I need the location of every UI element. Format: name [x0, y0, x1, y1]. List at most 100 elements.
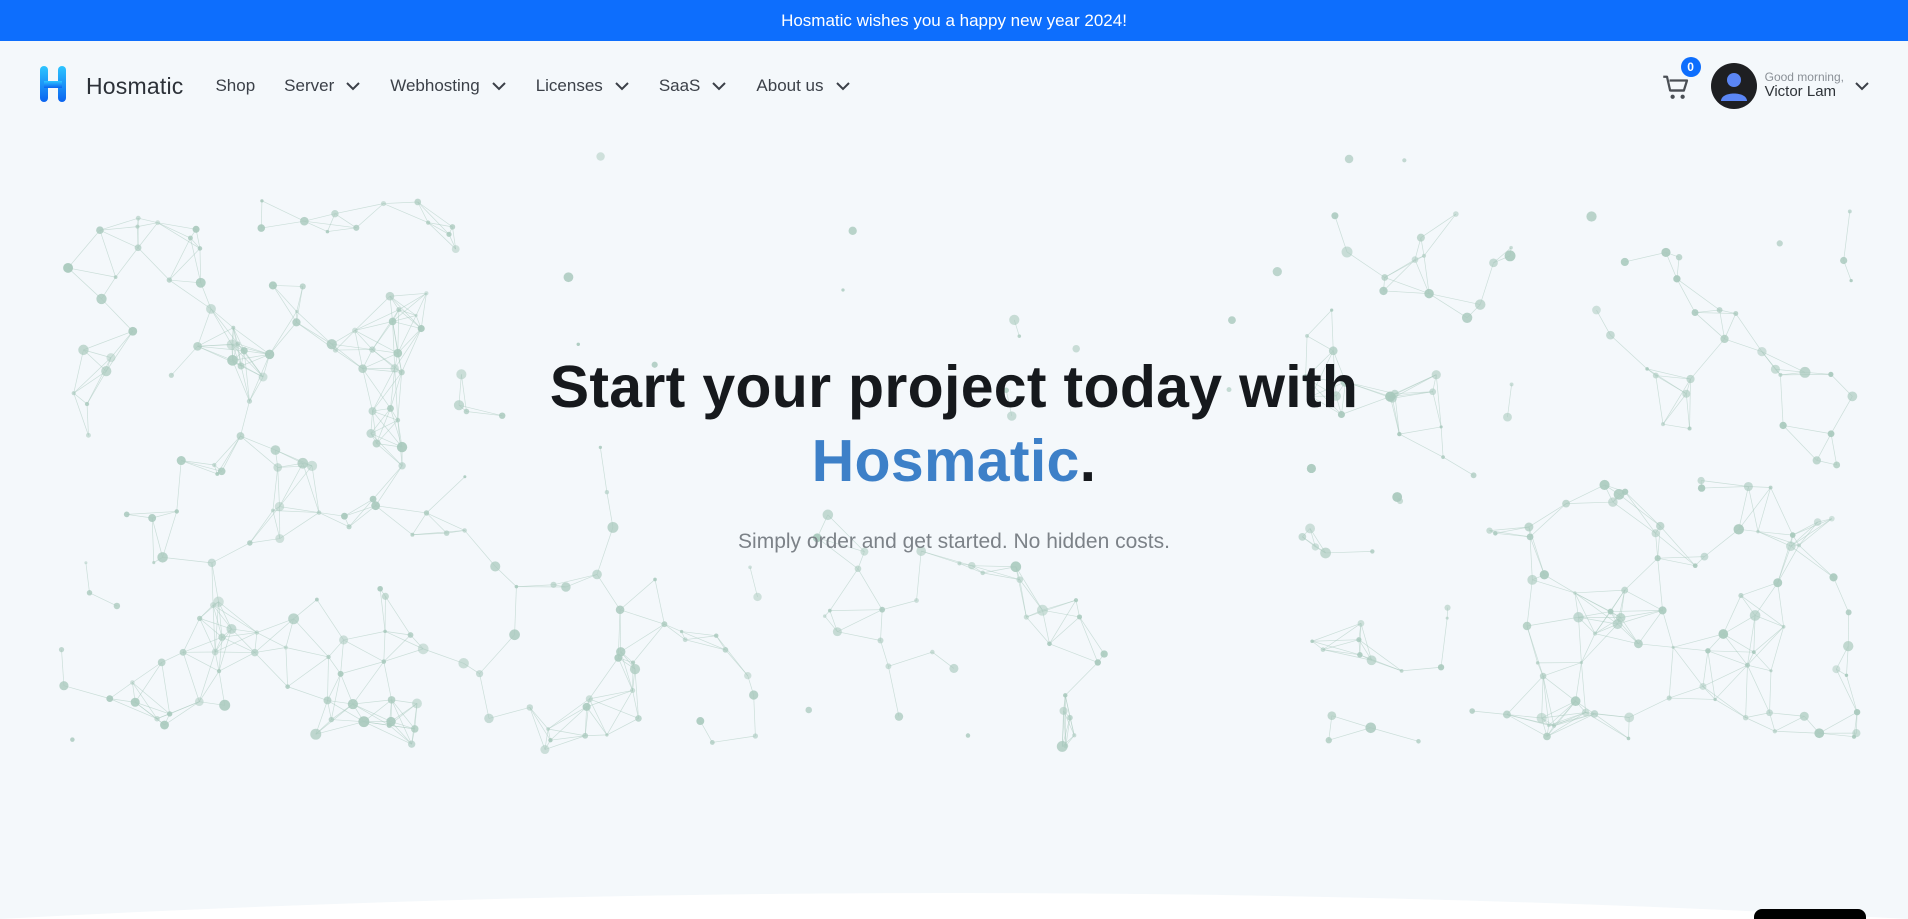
user-menu[interactable]: Good morning, Victor Lam: [1710, 63, 1870, 109]
particle-dot: [458, 658, 469, 669]
particle-dot: [1072, 733, 1077, 738]
particle-dot: [197, 246, 203, 251]
particle-link: [215, 651, 255, 653]
particle-dot: [1067, 714, 1073, 721]
particle-dot: [1718, 629, 1729, 639]
nav-shop[interactable]: Shop: [215, 76, 255, 96]
particle-link: [1702, 650, 1709, 687]
particle-dot: [1272, 267, 1282, 277]
particle-link: [343, 631, 386, 641]
main-menu: Shop Server Webhosting Licenses SaaS Abo…: [215, 76, 879, 96]
particle-link: [1669, 686, 1704, 699]
particle-dot: [385, 291, 395, 301]
particle-link: [1581, 623, 1618, 663]
particle-dot: [1634, 639, 1643, 649]
particle-dot: [96, 226, 104, 235]
particle-dot: [299, 283, 306, 290]
particle-dot: [1056, 741, 1068, 752]
particle-dot: [381, 659, 387, 664]
avatar: [1710, 63, 1757, 109]
particle-link: [67, 267, 102, 300]
particle-dot: [1522, 621, 1532, 631]
chat-widget-button[interactable]: [1754, 909, 1866, 919]
hero-title-line1: Start your project today with: [549, 354, 1359, 420]
particle-link: [1707, 650, 1754, 653]
nav-webhosting[interactable]: Webhosting: [390, 76, 506, 96]
particle-dot: [128, 326, 138, 336]
particle-link: [328, 656, 341, 675]
particle-link: [1774, 715, 1805, 732]
particle-link: [256, 632, 287, 648]
particle-link: [829, 568, 859, 611]
particle-link: [1423, 213, 1457, 257]
particle-dot: [411, 725, 419, 733]
particle-dot: [1461, 312, 1473, 323]
particle-dot: [526, 704, 534, 711]
particle-dot: [339, 635, 349, 645]
particle-dot: [585, 695, 593, 703]
particle-dot: [179, 648, 187, 656]
particle-dot: [930, 649, 935, 655]
particle-link: [632, 623, 665, 663]
logo-link[interactable]: Hosmatic: [38, 64, 183, 109]
particle-dot: [353, 224, 360, 231]
particle-link: [589, 690, 633, 700]
particle-dot: [219, 699, 231, 711]
particle-dot: [152, 561, 156, 565]
particle-link: [888, 666, 900, 717]
particle-link: [1740, 595, 1784, 628]
nav-server[interactable]: Server: [284, 76, 361, 96]
particle-link: [1610, 610, 1663, 612]
chevron-down-icon: [835, 82, 850, 91]
particle-link: [1676, 278, 1720, 311]
particle-dot: [134, 244, 142, 252]
particle-link: [514, 586, 517, 635]
particle-dot: [260, 199, 264, 203]
nav-saas[interactable]: SaaS: [659, 76, 728, 96]
particle-link: [261, 220, 305, 229]
particle-dot: [661, 621, 668, 628]
particle-dot: [386, 722, 392, 728]
particle-link: [1506, 714, 1555, 727]
particle-dot: [1100, 650, 1108, 658]
particle-dot: [414, 198, 422, 206]
particle-dot: [1509, 245, 1513, 250]
particle-dot: [752, 733, 759, 739]
particle-dot: [1366, 655, 1377, 666]
particle-link: [1594, 713, 1629, 739]
particle-dot: [218, 633, 226, 641]
nav-about-us[interactable]: About us: [756, 76, 850, 96]
chevron-down-icon: [1855, 82, 1869, 91]
particle-link: [1429, 293, 1481, 305]
particle-link: [1657, 556, 1705, 559]
particle-dot: [407, 632, 414, 638]
particle-link: [199, 618, 216, 653]
particle-link: [1401, 666, 1442, 672]
particle-dot: [86, 590, 93, 596]
particle-dot: [59, 681, 69, 691]
particle-dot: [446, 231, 452, 237]
particle-link: [1662, 610, 1674, 648]
particle-link: [1745, 712, 1770, 718]
particle-link: [63, 685, 110, 699]
particle-dot: [615, 605, 625, 615]
particle-dot: [314, 597, 319, 602]
nav-licenses[interactable]: Licenses: [536, 76, 630, 96]
particle-link: [296, 322, 332, 345]
particle-dot: [1705, 648, 1711, 654]
cart-button[interactable]: 0: [1662, 57, 1701, 103]
particle-dot: [1852, 734, 1857, 739]
particle-link: [218, 652, 255, 672]
nav-licenses-label: Licenses: [535, 76, 603, 95]
particle-link: [1702, 686, 1746, 718]
particle-link: [1740, 582, 1778, 596]
hero-section: Start your project today with Hosmatic. …: [0, 350, 1908, 554]
particle-link: [1624, 252, 1667, 263]
particle-dot: [1843, 640, 1854, 652]
particle-link: [882, 600, 917, 611]
particle-link: [529, 707, 549, 730]
particle-dot: [630, 687, 636, 694]
particle-dot: [550, 581, 557, 588]
particle-dot: [1849, 278, 1853, 283]
particle-dot: [328, 716, 335, 723]
